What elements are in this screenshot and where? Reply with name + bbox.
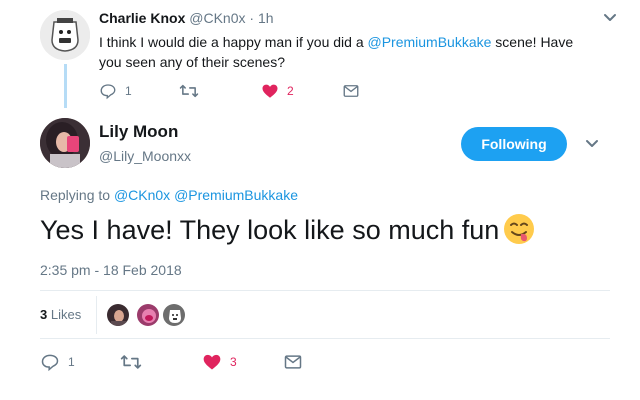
author-handle[interactable]: @Lily_Moonxx xyxy=(99,148,191,164)
like-button[interactable]: 2 xyxy=(261,82,294,100)
author-name[interactable]: Charlie Knox xyxy=(99,10,185,26)
avatar-image xyxy=(40,118,90,168)
tweet-actions: 1 3 xyxy=(40,352,340,372)
avatar[interactable] xyxy=(40,10,90,60)
author-name[interactable]: Lily Moon xyxy=(99,122,178,142)
tweet-text: Yes I have! They look like so much fun xyxy=(40,210,535,256)
direct-message-button[interactable] xyxy=(342,82,360,100)
retweet-icon xyxy=(120,355,142,369)
reply-count: 1 xyxy=(68,355,75,369)
tweet-datetime[interactable]: 2:35 pm - 18 Feb 2018 xyxy=(40,262,182,278)
heart-icon xyxy=(262,84,278,98)
reply-count: 1 xyxy=(125,84,132,98)
tweet-text: I think I would die a happy man if you d… xyxy=(99,32,599,72)
likes-count-link[interactable]: 3 Likes xyxy=(40,307,81,322)
likes-summary: 3 Likes xyxy=(40,296,610,334)
mention-link[interactable]: @CKn0x xyxy=(114,187,170,203)
tweet-text-body: Yes I have! They look like so much fun xyxy=(40,215,500,245)
divider xyxy=(40,338,610,339)
tweet-header: Charlie Knox @CKn0x · 1h xyxy=(99,10,274,26)
chevron-down-icon[interactable] xyxy=(582,134,602,154)
following-button[interactable]: Following xyxy=(461,127,567,161)
liker-avatar[interactable] xyxy=(136,303,160,327)
liker-avatar[interactable] xyxy=(162,303,186,327)
tweet-text-part: I think I would die a happy man if you d… xyxy=(99,34,368,50)
tweet-actions: 1 2 xyxy=(99,82,399,102)
avatar-image xyxy=(40,10,90,60)
envelope-icon xyxy=(343,85,359,97)
replying-prefix: Replying to xyxy=(40,187,114,203)
direct-message-button[interactable] xyxy=(283,352,303,372)
mention-link[interactable]: @PremiumBukkake xyxy=(368,34,492,50)
smiling-face-with-tongue-emoji xyxy=(503,213,535,256)
parent-tweet[interactable]: Charlie Knox @CKn0x · 1h I think I would… xyxy=(40,6,620,110)
chevron-down-icon[interactable] xyxy=(600,8,620,28)
separator-dot: · xyxy=(249,10,255,26)
divider xyxy=(40,290,610,291)
tweet-timestamp[interactable]: 1h xyxy=(258,10,274,26)
likes-count: 3 xyxy=(40,307,48,322)
likes-label: Likes xyxy=(50,307,82,322)
heart-icon xyxy=(203,354,221,370)
reply-icon xyxy=(100,84,116,100)
replying-to: Replying to @CKn0x @PremiumBukkake xyxy=(40,187,298,203)
reply-icon xyxy=(41,354,59,372)
retweet-button[interactable] xyxy=(120,352,150,372)
liker-avatar[interactable] xyxy=(106,303,130,327)
reply-button[interactable]: 1 xyxy=(99,82,132,100)
avatar[interactable] xyxy=(40,118,90,168)
reply-button[interactable]: 1 xyxy=(40,352,75,372)
mention-link[interactable]: @PremiumBukkake xyxy=(174,187,298,203)
envelope-icon xyxy=(284,355,302,369)
like-count: 3 xyxy=(230,355,237,369)
like-count: 2 xyxy=(287,84,294,98)
divider xyxy=(96,296,97,334)
like-button[interactable]: 3 xyxy=(202,352,237,372)
retweet-button[interactable] xyxy=(179,82,207,100)
author-handle[interactable]: @CKn0x xyxy=(189,10,245,26)
retweet-icon xyxy=(179,84,199,98)
